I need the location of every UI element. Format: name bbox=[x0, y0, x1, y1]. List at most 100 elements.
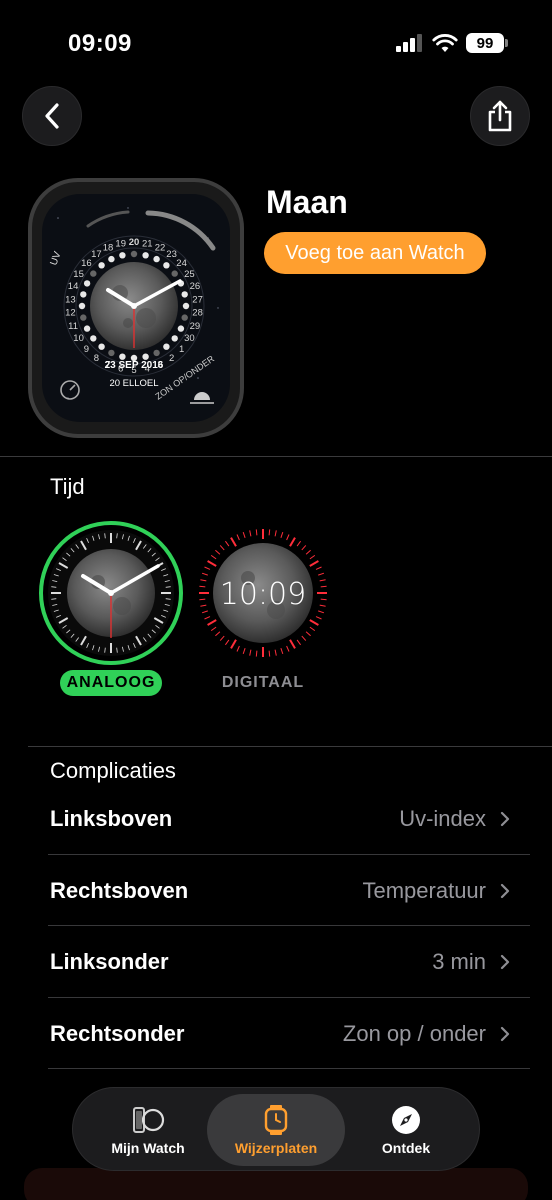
dial-tick bbox=[242, 531, 246, 538]
tab-bar: Mijn Watch Wijzerplaten Ontdek bbox=[72, 1087, 480, 1171]
dial-tick bbox=[268, 529, 271, 536]
moon-phase-dot bbox=[163, 343, 170, 350]
moon-phase-dot bbox=[83, 325, 91, 332]
share-button[interactable] bbox=[470, 86, 530, 146]
tab-my-watch[interactable]: Mijn Watch bbox=[79, 1094, 217, 1166]
section-divider bbox=[28, 746, 552, 747]
dial-tick bbox=[204, 566, 211, 570]
complication-value: Zon op / onder bbox=[342, 1021, 486, 1046]
dial-tick bbox=[210, 626, 217, 632]
dial-tick bbox=[224, 540, 230, 547]
moon-phase-dot bbox=[119, 252, 126, 259]
preview-day-number: 1 bbox=[179, 344, 184, 355]
dial-tick bbox=[315, 566, 322, 570]
chevron-right-icon bbox=[500, 811, 510, 827]
preview-day-number: 9 bbox=[84, 344, 89, 355]
dial-tick bbox=[315, 616, 322, 620]
preview-day-number: 20 bbox=[129, 237, 140, 248]
wifi-icon bbox=[432, 33, 458, 52]
status-icons: 99 bbox=[396, 33, 508, 53]
dial-tick bbox=[215, 549, 221, 555]
moon-phase-dot bbox=[83, 280, 91, 287]
dial-tick bbox=[199, 598, 206, 601]
bottom-card-edge bbox=[24, 1168, 528, 1200]
dial-tick bbox=[230, 537, 237, 547]
dial-tick bbox=[230, 639, 237, 649]
dial-tick bbox=[320, 585, 327, 588]
preview-date: 23 SEP 2016 bbox=[105, 360, 164, 371]
complication-label: Linksboven bbox=[50, 806, 173, 831]
back-button[interactable] bbox=[22, 86, 82, 146]
dial-tick bbox=[305, 549, 311, 555]
chevron-right-icon bbox=[500, 1026, 510, 1042]
status-time: 09:09 bbox=[68, 30, 132, 57]
complication-row-bottom-left[interactable]: Linksonder 3 min bbox=[50, 927, 510, 997]
digital-time-display: 10:09 bbox=[220, 577, 306, 612]
moon-phase-dot bbox=[181, 291, 188, 298]
dial-tick bbox=[289, 639, 296, 649]
dial-tick bbox=[224, 639, 230, 646]
preview-day-number: 19 bbox=[115, 238, 126, 249]
complication-row-top-left[interactable]: Linksboven Uv-index bbox=[50, 784, 510, 854]
dial-tick bbox=[236, 534, 240, 541]
tab-label: Wijzerplaten bbox=[234, 1140, 318, 1156]
moon-phase-dot bbox=[153, 255, 160, 263]
chevron-left-icon bbox=[45, 103, 59, 129]
preview-moon-date: 20 ELLOEL bbox=[109, 378, 158, 389]
moon-phase-dot bbox=[181, 314, 188, 321]
dial-tick bbox=[255, 529, 258, 536]
dial-tick bbox=[289, 537, 296, 547]
complication-value: Temperatuur bbox=[362, 878, 486, 903]
section-divider bbox=[0, 456, 552, 457]
add-to-watch-button[interactable]: Voeg toe aan Watch bbox=[264, 232, 486, 274]
dial-tick bbox=[305, 631, 311, 637]
dial-tick bbox=[215, 631, 221, 637]
complication-value: Uv-index bbox=[399, 806, 486, 831]
moon-phase-dot bbox=[119, 353, 126, 360]
preview-day-number: 22 bbox=[155, 243, 166, 254]
complication-row-bottom-right[interactable]: Rechtsonder Zon op / onder bbox=[50, 999, 510, 1069]
complication-label: Rechtsboven bbox=[50, 878, 189, 903]
watch-face-icon bbox=[264, 1105, 288, 1135]
moon-phase-dot bbox=[182, 302, 190, 310]
dial-tick bbox=[201, 610, 208, 614]
preview-day-number: 29 bbox=[190, 321, 201, 332]
dial-tick bbox=[309, 626, 316, 632]
preview-day-number: 12 bbox=[65, 308, 76, 319]
dial-tick bbox=[319, 604, 326, 607]
dial-tick bbox=[249, 649, 252, 656]
moon-phase-dot bbox=[130, 250, 138, 258]
dial-tick bbox=[274, 530, 277, 537]
dial-tick bbox=[236, 645, 240, 652]
complication-row-top-right[interactable]: Rechtsboven Temperatuur bbox=[50, 856, 510, 926]
share-icon bbox=[488, 100, 512, 132]
time-section-title: Tijd bbox=[50, 474, 85, 499]
dial-tick bbox=[210, 554, 217, 560]
dial-tick bbox=[268, 650, 271, 657]
dial-tick bbox=[286, 645, 290, 652]
moon-phase-dot bbox=[153, 349, 160, 357]
tab-discover[interactable]: Ontdek bbox=[337, 1094, 475, 1166]
dial-tick bbox=[249, 530, 252, 537]
time-option-analog[interactable] bbox=[38, 520, 184, 690]
moon-phase-dot bbox=[108, 255, 115, 263]
dial-tick bbox=[309, 560, 319, 567]
preview-day-number: 8 bbox=[94, 353, 99, 364]
preview-day-number: 15 bbox=[73, 269, 84, 280]
time-option-digital[interactable]: 10:09 bbox=[190, 520, 336, 690]
digital-option-label[interactable]: DIGITAAL bbox=[200, 670, 326, 696]
complications-section-title: Complicaties bbox=[50, 758, 176, 783]
moon-phase-dot bbox=[98, 343, 105, 350]
dial-tick bbox=[204, 616, 211, 620]
complication-value: 3 min bbox=[432, 949, 486, 974]
preview-day-number: 30 bbox=[184, 333, 195, 344]
dial-tick bbox=[320, 598, 327, 601]
preview-day-number: 10 bbox=[73, 333, 84, 344]
tab-label: Ontdek bbox=[381, 1140, 431, 1156]
tab-watch-faces[interactable]: Wijzerplaten bbox=[207, 1094, 345, 1166]
analog-option-label[interactable]: ANALOOG bbox=[60, 670, 162, 696]
moon-phase-dot bbox=[80, 291, 87, 298]
dial-tick bbox=[207, 619, 217, 626]
dial-tick bbox=[318, 572, 325, 576]
moon-phase-dot bbox=[90, 270, 97, 277]
